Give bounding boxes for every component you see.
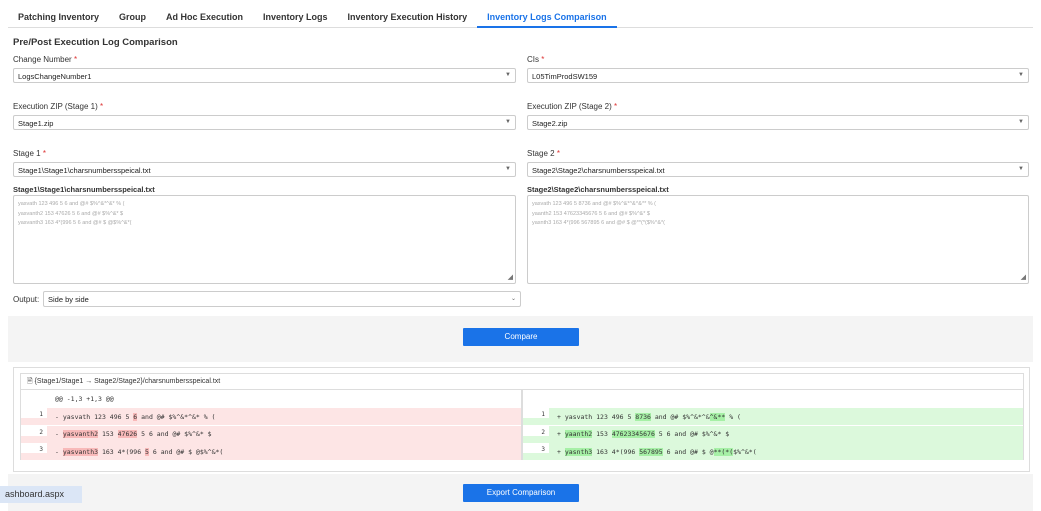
resize-handle-icon[interactable]: ◢ xyxy=(1021,273,1026,283)
diff-text: + xyxy=(557,430,565,438)
diff-right: 1 + yasvath 123 496 5 8736 and @# $%^&*^&… xyxy=(522,389,1024,460)
tab-group[interactable]: Group xyxy=(109,6,156,28)
caret-down-icon: ▼ xyxy=(1018,166,1024,172)
diff-panel: 🗎 {Stage1/Stage1 → Stage2/Stage2}/charsn… xyxy=(13,367,1030,472)
diff-text: 5 6 and @# $%^&* $ xyxy=(654,430,730,438)
diff-text: 5 6 and @# $%^&* $ xyxy=(137,430,212,438)
stage2-textarea[interactable]: yasvath 123 496 5 8736 and @# $%^&*^&^&*… xyxy=(527,195,1029,284)
diff-highlight: yasnth3 xyxy=(564,447,593,456)
text-line: yasvanth3 163 4*(996 5 6 and @# $ @$%^&*… xyxy=(18,220,132,226)
cis-label: CIs * xyxy=(527,55,545,64)
diff-highlight: 567895 xyxy=(639,447,663,456)
diff-text: $%^&*( xyxy=(733,447,757,456)
tab-bar: Patching Inventory Group Ad Hoc Executio… xyxy=(8,6,1033,28)
output-select[interactable]: Side by side ⌄ xyxy=(43,291,521,307)
text-line: yasvanth2 153 47626 5 6 and @# $%^&* $ xyxy=(18,210,124,217)
line-number: 3 xyxy=(21,443,47,453)
diff-highlight: 47623345676 xyxy=(611,430,655,438)
line-number: 1 xyxy=(21,408,47,418)
file-icon: 🗎 xyxy=(27,378,33,385)
diff-file-title: {Stage1/Stage1 → Stage2/Stage2}/charsnum… xyxy=(34,378,221,385)
text-line: yaanth2 153 47623345676 5 6 and @# $%^&*… xyxy=(532,210,650,217)
page-title: Pre/Post Execution Log Comparison xyxy=(13,37,178,48)
diff-file-header: 🗎 {Stage1/Stage1 → Stage2/Stage2}/charsn… xyxy=(20,373,1024,389)
export-comparison-button[interactable]: Export Comparison xyxy=(463,484,579,502)
diff-text: 6 and @# $ @ xyxy=(662,447,714,456)
caret-down-icon: ▼ xyxy=(1018,119,1024,125)
stage1-select[interactable]: Stage1\Stage1\charsnumbersspeical.txt ▼ xyxy=(13,162,516,177)
cis-select[interactable]: L05TimProdSW159 ▼ xyxy=(527,68,1029,83)
diff-text: - xyxy=(55,447,63,456)
line-number: 2 xyxy=(21,425,47,436)
diff-code: - yasvanth3 163 4*(996 5 6 and @# $ @$%^… xyxy=(47,447,224,456)
text-line: yasnth3 163 4*(996 567895 6 and @# $ @**… xyxy=(532,220,665,226)
tab-inventory-logs-comparison[interactable]: Inventory Logs Comparison xyxy=(477,6,617,28)
diff-text: % ( xyxy=(725,412,741,421)
diff-highlight: yasvanth2 xyxy=(62,430,99,438)
caret-down-icon: ▼ xyxy=(505,119,511,125)
zip1-label: Execution ZIP (Stage 1) * xyxy=(13,102,104,111)
diff-text: - yasvath 123 496 5 xyxy=(55,412,134,421)
caret-down-icon: ▼ xyxy=(1018,72,1024,78)
tab-inventory-logs[interactable]: Inventory Logs xyxy=(253,6,338,28)
change-number-label: Change Number * xyxy=(13,55,78,64)
diff-left: @@ -1,3 +1,3 @@ 1- yasvath 123 496 5 6 a… xyxy=(20,389,522,460)
stage2-select[interactable]: Stage2\Stage2\charsnumbersspeical.txt ▼ xyxy=(527,162,1029,177)
diff-hunk-header: @@ -1,3 +1,3 @@ xyxy=(55,395,114,403)
diff-highlight: yasvanth3 xyxy=(62,447,99,456)
diff-text: 153 xyxy=(592,430,612,438)
line-number: 3 xyxy=(523,443,549,453)
zip2-select[interactable]: Stage2.zip ▼ xyxy=(527,115,1029,130)
diff-text: - xyxy=(55,430,63,438)
diff-code: - yasvanth2 153 47626 5 6 and @# $%^&* $ xyxy=(47,430,212,438)
line-number: 2 xyxy=(523,425,549,436)
caret-down-icon: ▼ xyxy=(505,72,511,78)
resize-handle-icon[interactable]: ◢ xyxy=(508,273,513,283)
diff-line: 3- yasvanth3 163 4*(996 5 6 and @# $ @$%… xyxy=(21,443,521,460)
tab-ad-hoc-execution[interactable]: Ad Hoc Execution xyxy=(156,6,253,28)
change-number-select[interactable]: LogsChangeNumber1 ▼ xyxy=(13,68,516,83)
diff-highlight: 8736 xyxy=(635,412,651,421)
diff-text: and @# $%^&*^&* % ( xyxy=(137,412,216,421)
stage2-file-title: Stage2\Stage2\charsnumbersspeical.txt xyxy=(527,185,669,194)
diff-highlight: 47626 xyxy=(117,430,138,438)
diff-text: 6 and @# $ @$%^&*( xyxy=(148,447,224,456)
diff-line: 2 + yaanth2 153 47623345676 5 6 and @# $%… xyxy=(523,425,1023,443)
chevron-down-icon: ⌄ xyxy=(510,296,516,302)
output-label: Output: xyxy=(13,295,40,304)
stage1-textarea[interactable]: yasvath 123 496 5 6 and @# $%^&*^&* % ( y… xyxy=(13,195,516,284)
text-line: yasvath 123 496 5 8736 and @# $%^&*^&^&*… xyxy=(532,201,657,207)
diff-line: 1- yasvath 123 496 5 6 and @# $%^&*^&* %… xyxy=(21,408,521,425)
diff-line: 2- yasvanth2 153 47626 5 6 and @# $%^&* … xyxy=(21,425,521,443)
diff-text: 153 xyxy=(98,430,118,438)
diff-line: 1 + yasvath 123 496 5 8736 and @# $%^&*^&… xyxy=(523,408,1023,425)
diff-text: and @# $%^&*^& xyxy=(650,412,710,421)
zip1-select[interactable]: Stage1.zip ▼ xyxy=(13,115,516,130)
diff-text: + yasvath 123 496 5 xyxy=(557,412,636,421)
stage2-label: Stage 2 * xyxy=(527,149,560,158)
line-number: 1 xyxy=(523,408,549,418)
status-url-tooltip: ashboard.aspx xyxy=(0,486,82,503)
zip2-label: Execution ZIP (Stage 2) * xyxy=(527,102,618,111)
text-line: yasvath 123 496 5 6 and @# $%^&*^&* % ( xyxy=(18,201,125,207)
diff-code: + yasnth3 163 4*(996 567895 6 and @# $ @… xyxy=(549,447,757,456)
diff-highlight: **(*( xyxy=(713,447,734,456)
tab-patching-inventory[interactable]: Patching Inventory xyxy=(8,6,109,28)
tab-inventory-execution-history[interactable]: Inventory Execution History xyxy=(338,6,478,28)
diff-line: 3 + yasnth3 163 4*(996 567895 6 and @# $ … xyxy=(523,443,1023,460)
diff-text: 163 4*(996 xyxy=(592,447,640,456)
compare-button[interactable]: Compare xyxy=(463,328,579,346)
diff-code: - yasvath 123 496 5 6 and @# $%^&*^&* % … xyxy=(47,412,216,421)
diff-text: + xyxy=(557,447,565,456)
caret-down-icon: ▼ xyxy=(505,166,511,172)
diff-highlight: yaanth2 xyxy=(564,430,593,438)
stage1-file-title: Stage1\Stage1\charsnumbersspeical.txt xyxy=(13,185,155,194)
diff-text: 163 4*(996 xyxy=(98,447,146,456)
diff-code: + yaanth2 153 47623345676 5 6 and @# $%^… xyxy=(549,430,729,438)
stage1-label: Stage 1 * xyxy=(13,149,46,158)
diff-code: + yasvath 123 496 5 8736 and @# $%^&*^&^… xyxy=(549,412,741,421)
